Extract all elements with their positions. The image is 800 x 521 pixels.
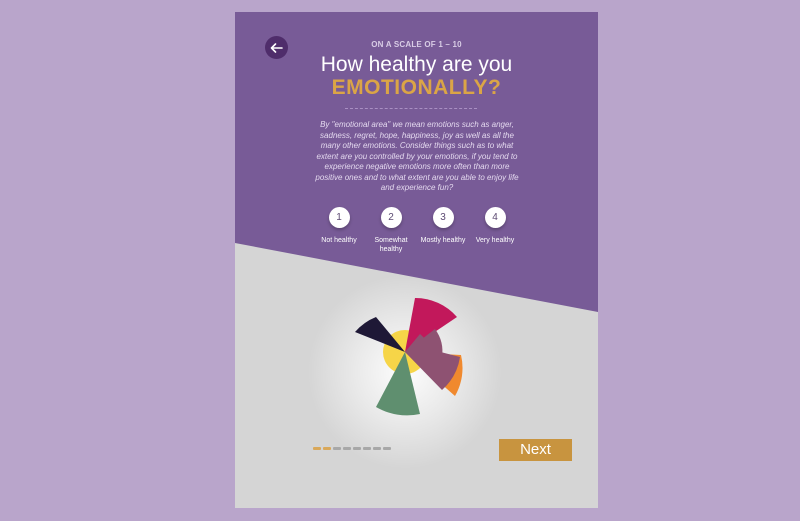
progress-step — [333, 447, 341, 450]
question-card: ON A SCALE OF 1 – 10 How healthy are you… — [235, 12, 598, 508]
life-wheel-graphic — [355, 297, 463, 416]
progress-indicator — [313, 447, 391, 450]
progress-step — [343, 447, 351, 450]
progress-step — [313, 447, 321, 450]
progress-step — [353, 447, 361, 450]
next-button[interactable]: Next — [499, 439, 572, 461]
progress-step — [323, 447, 331, 450]
progress-step — [373, 447, 381, 450]
progress-step — [363, 447, 371, 450]
progress-step — [383, 447, 391, 450]
